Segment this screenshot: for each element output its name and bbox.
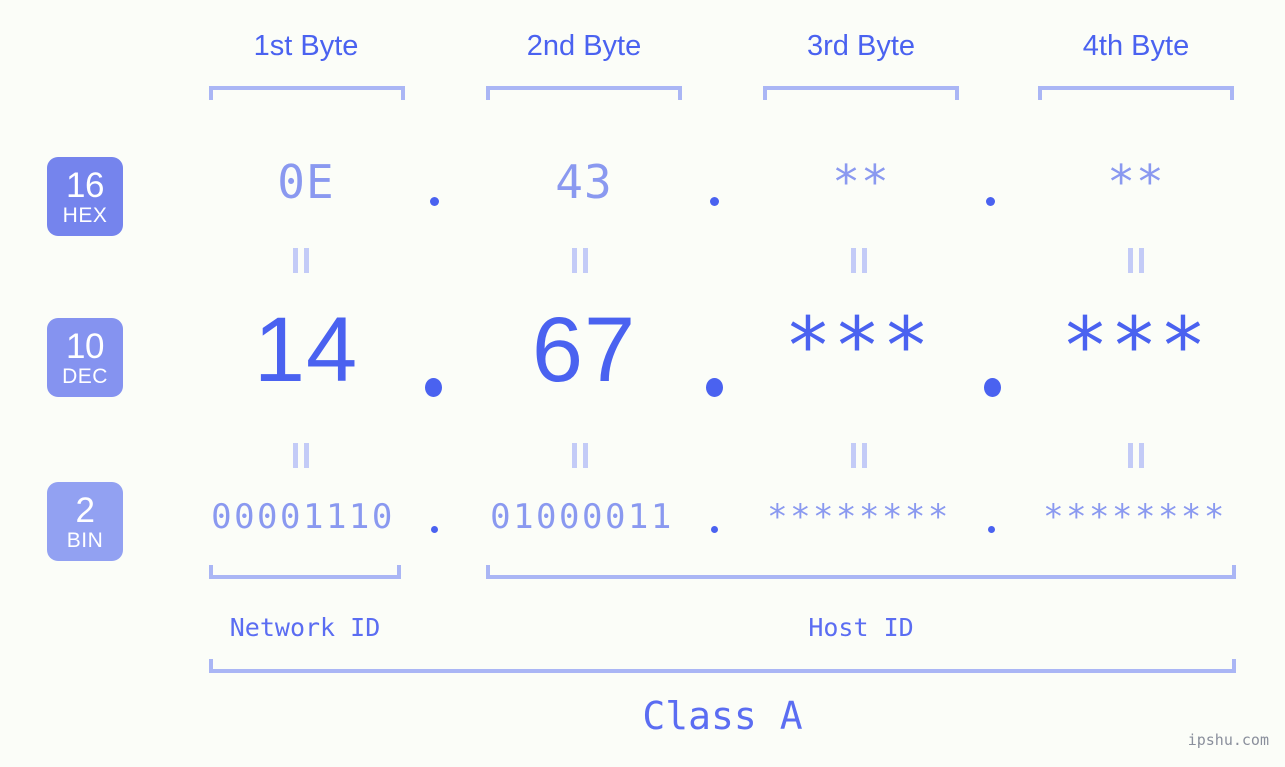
dec-separator-2 bbox=[706, 378, 723, 397]
equality-mark-hex-dec-1 bbox=[293, 248, 309, 273]
ip-byte-breakdown-diagram: 1st Byte 2nd Byte 3rd Byte 4th Byte 16 H… bbox=[0, 0, 1285, 767]
hex-byte-3: ** bbox=[832, 155, 890, 209]
bin-byte-3: ******** bbox=[767, 497, 951, 537]
bin-separator-1 bbox=[431, 526, 438, 533]
bin-separator-2 bbox=[711, 526, 718, 533]
base-badge-dec-name: DEC bbox=[62, 364, 108, 388]
hex-byte-4: ** bbox=[1107, 155, 1165, 209]
equality-mark-hex-dec-4 bbox=[1128, 248, 1144, 273]
hex-separator-1 bbox=[430, 197, 439, 206]
dec-separator-3 bbox=[984, 378, 1001, 397]
hex-separator-3 bbox=[986, 197, 995, 206]
equality-mark-dec-bin-4 bbox=[1128, 443, 1144, 468]
equality-mark-hex-dec-2 bbox=[572, 248, 588, 273]
byte-bracket-2 bbox=[486, 86, 682, 100]
byte-bracket-4 bbox=[1038, 86, 1234, 100]
equality-mark-hex-dec-3 bbox=[851, 248, 867, 273]
bin-byte-1: 00001110 bbox=[211, 497, 395, 537]
dec-separator-1 bbox=[425, 378, 442, 397]
bin-separator-3 bbox=[988, 526, 995, 533]
class-bracket bbox=[209, 659, 1236, 673]
hex-separator-2 bbox=[710, 197, 719, 206]
host-id-label: Host ID bbox=[808, 613, 914, 642]
base-badge-hex: 16 HEX bbox=[47, 157, 123, 236]
byte-bracket-1 bbox=[209, 86, 405, 100]
site-watermark: ipshu.com bbox=[1187, 731, 1269, 749]
equality-mark-dec-bin-3 bbox=[851, 443, 867, 468]
dec-byte-2: 67 bbox=[531, 299, 637, 401]
byte-header-2: 2nd Byte bbox=[526, 30, 642, 62]
network-id-label: Network ID bbox=[229, 613, 381, 642]
dec-byte-3: *** bbox=[784, 302, 932, 392]
host-id-bracket bbox=[486, 565, 1236, 579]
base-badge-dec-number: 10 bbox=[66, 326, 104, 366]
byte-header-4: 4th Byte bbox=[1082, 30, 1190, 62]
byte-bracket-3 bbox=[763, 86, 959, 100]
network-id-bracket bbox=[209, 565, 401, 579]
hex-byte-2: 43 bbox=[555, 155, 613, 209]
dec-byte-1: 14 bbox=[253, 299, 359, 401]
base-badge-hex-name: HEX bbox=[62, 203, 108, 227]
byte-header-1: 1st Byte bbox=[253, 30, 359, 62]
equality-mark-dec-bin-1 bbox=[293, 443, 309, 468]
base-badge-bin-name: BIN bbox=[66, 528, 104, 552]
equality-mark-dec-bin-2 bbox=[572, 443, 588, 468]
base-badge-bin-number: 2 bbox=[75, 490, 95, 530]
dec-byte-4: *** bbox=[1061, 302, 1209, 392]
bin-byte-2: 01000011 bbox=[490, 497, 674, 537]
byte-header-3: 3rd Byte bbox=[807, 30, 915, 62]
base-badge-dec: 10 DEC bbox=[47, 318, 123, 397]
hex-byte-1: 0E bbox=[277, 155, 335, 209]
bin-byte-4: ******** bbox=[1043, 497, 1227, 537]
class-label: Class A bbox=[642, 694, 803, 738]
base-badge-bin: 2 BIN bbox=[47, 482, 123, 561]
base-badge-hex-number: 16 bbox=[66, 165, 104, 205]
